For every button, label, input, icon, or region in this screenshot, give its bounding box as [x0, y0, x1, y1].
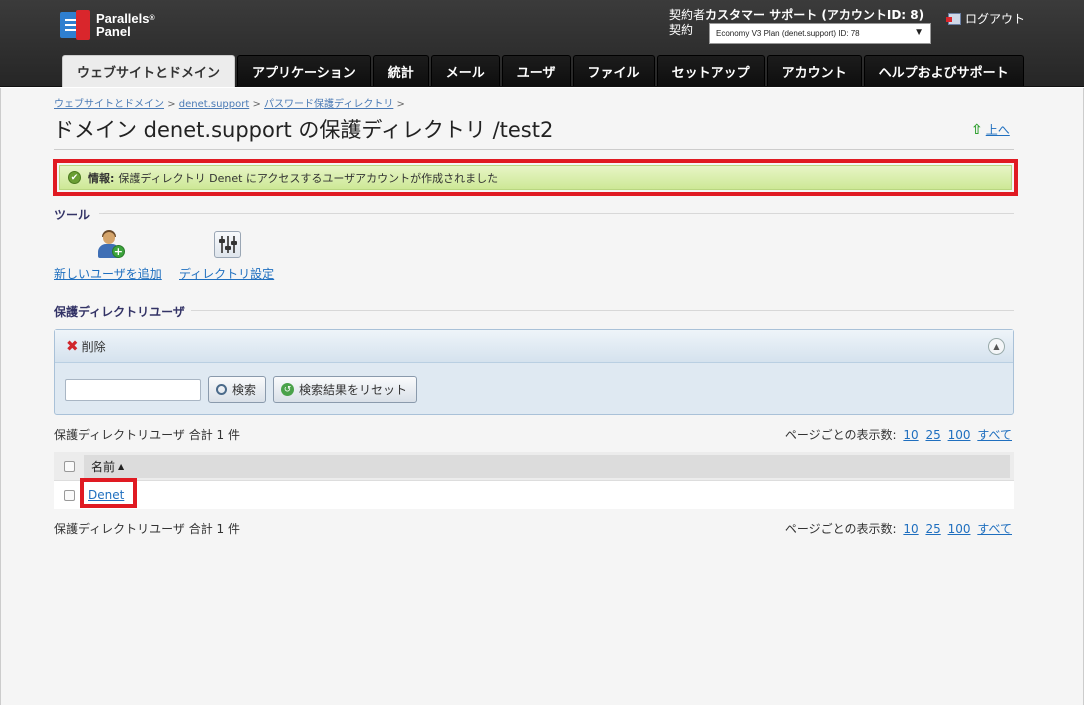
up-level-link[interactable]: ⇧ 上へ	[971, 121, 1010, 138]
user-name-cell: Denet	[80, 478, 137, 508]
total-count-top: 保護ディレクトリユーザ 合計 1 件	[54, 428, 240, 442]
tools-section-title: ツール	[54, 208, 91, 222]
search-icon	[216, 384, 227, 395]
tab-applications[interactable]: アプリケーション	[237, 55, 371, 86]
collapse-button[interactable]: ▲	[988, 338, 1005, 355]
delete-icon: ✖	[66, 337, 79, 355]
main-tabs: ウェブサイトとドメイン アプリケーション 統計 メール ユーザ ファイル セット…	[62, 55, 1026, 87]
tab-files[interactable]: ファイル	[572, 55, 655, 86]
add-user-link[interactable]: 新しいユーザを追加	[54, 265, 162, 282]
top-header: Parallels® Panel 契約者カスタマー サポート (アカウントID:…	[0, 0, 1084, 87]
per-page-10[interactable]: 10	[903, 428, 918, 442]
title-divider	[54, 149, 1014, 150]
breadcrumb: ウェブサイトとドメイン > denet.support > パスワード保護ディレ…	[54, 99, 405, 110]
logout-link[interactable]: ログアウト	[946, 10, 1026, 27]
subscription-value: Economy V3 Plan (denet.support) ID: 78	[716, 29, 860, 38]
per-page-25-bottom[interactable]: 25	[925, 522, 940, 536]
settings-sliders-icon	[210, 229, 244, 261]
search-input[interactable]	[65, 378, 201, 401]
account-label: 契約者	[669, 8, 706, 22]
page-title: ドメイン denet.support の保護ディレクトリ /test2	[53, 118, 554, 142]
parallels-logo[interactable]: Parallels® Panel	[60, 10, 155, 40]
per-page-100-bottom[interactable]: 100	[948, 522, 971, 536]
info-text: 保護ディレクトリ Denet にアクセスするユーザアカウントが作成されました	[118, 171, 499, 185]
reset-icon: ↺	[281, 383, 295, 396]
tools-divider	[99, 213, 1014, 214]
sort-asc-icon: ▲	[118, 461, 125, 471]
per-page-10-bottom[interactable]: 10	[903, 522, 918, 536]
tab-account[interactable]: アカウント	[766, 55, 862, 86]
breadcrumb-item-protected-dirs[interactable]: パスワード保護ディレクトリ	[264, 99, 393, 110]
logo-text: Parallels® Panel	[96, 11, 155, 39]
info-label: 情報:	[88, 171, 115, 185]
info-message: ✔ 情報: 保護ディレクトリ Denet にアクセスするユーザアカウントが作成さ…	[59, 165, 1012, 190]
list-toolbar: ✖ 削除 ▲ 検索 ↺ 検索結果をリセット	[54, 329, 1014, 415]
toolbar-actions: ✖ 削除 ▲	[55, 330, 1013, 363]
search-row: 検索 ↺ 検索結果をリセット	[65, 376, 418, 403]
up-arrow-icon: ⇧	[971, 121, 983, 138]
user-name-highlight	[80, 478, 137, 508]
pager-top: ページごとの表示数: 10 25 100 すべて	[784, 428, 1012, 442]
per-page-all[interactable]: すべて	[977, 428, 1012, 442]
table-row: Denet	[54, 478, 1014, 509]
subscription-select[interactable]: Economy V3 Plan (denet.support) ID: 78 ▼	[709, 23, 931, 44]
breadcrumb-item-domain[interactable]: denet.support	[179, 99, 249, 110]
per-page-25[interactable]: 25	[925, 428, 940, 442]
directory-settings-tool[interactable]: ディレクトリ設定	[179, 229, 274, 282]
users-section-title: 保護ディレクトリユーザ	[54, 305, 185, 319]
add-user-tool[interactable]: + 新しいユーザを追加	[54, 229, 162, 282]
success-check-icon: ✔	[68, 171, 81, 184]
dropdown-arrow-icon: ▼	[914, 27, 924, 38]
logout-icon	[946, 12, 961, 25]
reset-search-button[interactable]: ↺ 検索結果をリセット	[273, 376, 418, 403]
table-header: 名前 ▲	[54, 452, 1014, 481]
add-user-icon: +	[91, 229, 125, 261]
select-all-checkbox[interactable]	[63, 460, 75, 472]
total-count-bottom: 保護ディレクトリユーザ 合計 1 件	[54, 522, 240, 536]
breadcrumb-item-websites[interactable]: ウェブサイトとドメイン	[54, 99, 164, 110]
directory-settings-link[interactable]: ディレクトリ設定	[179, 265, 274, 282]
per-page-all-bottom[interactable]: すべて	[977, 522, 1012, 536]
tab-help-support[interactable]: ヘルプおよびサポート	[863, 55, 1024, 86]
parallels-logo-icon	[60, 10, 92, 40]
logout-label: ログアウト	[965, 12, 1026, 26]
delete-button[interactable]: ✖ 削除	[66, 337, 106, 355]
users-divider	[191, 310, 1014, 311]
subscription-label: 契約	[669, 23, 694, 37]
account-name: カスタマー サポート (アカウントID: 8)	[705, 8, 925, 22]
tab-websites-domains[interactable]: ウェブサイトとドメイン	[62, 55, 236, 87]
search-button[interactable]: 検索	[208, 376, 267, 403]
tab-statistics[interactable]: 統計	[372, 55, 429, 86]
row-checkbox[interactable]	[63, 489, 75, 501]
tab-users[interactable]: ユーザ	[501, 55, 571, 86]
tab-mail[interactable]: メール	[430, 55, 500, 86]
users-table: 名前 ▲ Denet	[54, 452, 1014, 509]
tab-setup[interactable]: セットアップ	[656, 55, 765, 86]
pager-bottom: ページごとの表示数: 10 25 100 すべて	[784, 522, 1012, 536]
info-message-highlight: ✔ 情報: 保護ディレクトリ Denet にアクセスするユーザアカウントが作成さ…	[53, 159, 1018, 196]
name-column-header[interactable]: 名前 ▲	[84, 454, 1010, 478]
per-page-100[interactable]: 100	[948, 428, 971, 442]
main-content: ウェブサイトとドメイン > denet.support > パスワード保護ディレ…	[0, 88, 1084, 705]
